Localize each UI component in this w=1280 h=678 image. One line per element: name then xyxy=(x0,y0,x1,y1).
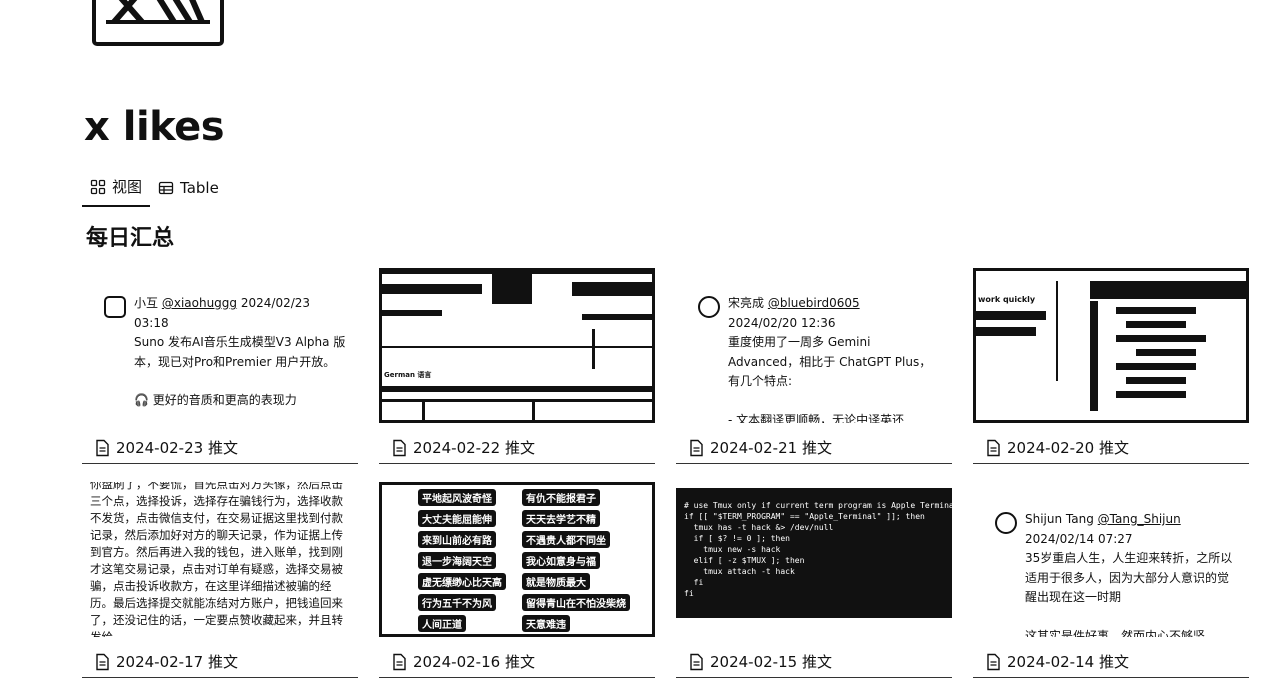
terminal-line: # use Tmux only if current term program … xyxy=(684,501,952,510)
tweet-text: 35岁重启人生，人生迎来转折，之所以适用于很多人，因为大部分人意识的觉醒出现在这… xyxy=(1025,551,1233,604)
calligraphy-sign: 平地起风波奇怪 xyxy=(418,489,496,506)
terminal-line: if [ $? != 0 ]; then xyxy=(684,534,790,543)
card-title[interactable]: 2024-02-14 推文 xyxy=(973,646,1249,678)
card-preview: # use Tmux only if current term program … xyxy=(676,482,952,637)
tweet-text: 重度使用了一周多 Gemini Advanced，相比于 ChatGPT Plu… xyxy=(728,335,932,388)
terminal-line: fi xyxy=(684,589,694,598)
terminal-line: fi xyxy=(684,578,704,587)
document-icon xyxy=(690,439,703,456)
tab-table-view[interactable]: Table xyxy=(150,175,227,205)
app-screenshot-image: work quickly xyxy=(973,268,1249,423)
calligraphy-sign: 来到山前必有路 xyxy=(418,531,496,548)
tweet-handle[interactable]: @xiaohuggg xyxy=(162,296,237,310)
card-title[interactable]: 2024-02-23 推文 xyxy=(82,432,358,464)
site-logo-icon xyxy=(92,0,224,46)
video-screenshot-image: German 语言 xyxy=(379,268,655,423)
calligraphy-sign: 虚无缥缈心比天高 xyxy=(418,573,506,590)
calligraphy-sign: 留得青山在不怕没柴烧 xyxy=(522,594,630,611)
card-title[interactable]: 2024-02-17 推文 xyxy=(82,646,358,678)
image-caption: work quickly xyxy=(978,295,1036,304)
gallery-icon xyxy=(90,179,106,194)
calligraphy-sign: 我心如意身与福 xyxy=(522,552,600,569)
card-title-text: 2024-02-15 推文 xyxy=(710,653,832,671)
section-title: 每日汇总 xyxy=(86,226,175,251)
tweet-preview: Shijun Tang @Tang_Shijun 2024/02/14 07:2… xyxy=(995,510,1239,637)
calligraphy-image: 平地起风波奇怪 有仇不能报君子大丈夫能屈能伸 天天去学艺不精来到山前必有路 不遇贵人都… xyxy=(379,482,655,637)
tweet-date: 2024/02/20 12:36 xyxy=(728,315,836,330)
calligraphy-sign: 人间正道 xyxy=(418,615,466,632)
tweet-handle[interactable]: @Tang_Shijun xyxy=(1098,512,1181,526)
card-title-text: 2024-02-23 推文 xyxy=(116,439,238,457)
tab-label: 视图 xyxy=(112,178,143,196)
document-icon xyxy=(96,439,109,456)
image-caption: German 语言 xyxy=(384,371,432,379)
calligraphy-sign: 大丈夫能屈能伸 xyxy=(418,510,496,527)
document-icon xyxy=(96,653,109,670)
tweet-author: 宋亮成 xyxy=(728,296,765,310)
document-icon xyxy=(393,439,406,456)
calligraphy-sign: 天天去学艺不精 xyxy=(522,510,600,527)
text-screenshot: 你盘刷了，不要慌，首先点击对方头像，然后点击三个点，选择投诉，选择存在骗钱行为，… xyxy=(90,482,343,637)
calligraphy-sign: 有仇不能报君子 xyxy=(522,489,600,506)
terminal-line: if [[ "$TERM_PROGRAM" == "Apple_Terminal… xyxy=(684,512,925,521)
card-preview: 平地起风波奇怪 有仇不能报君子大丈夫能屈能伸 天天去学艺不精来到山前必有路 不遇贵人都… xyxy=(379,482,655,637)
tweet-author: 小互 xyxy=(134,296,159,310)
card-title-text: 2024-02-16 推文 xyxy=(413,653,535,671)
card-preview: 你盘刷了，不要慌，首先点击对方头像，然后点击三个点，选择投诉，选择存在骗钱行为，… xyxy=(82,482,358,637)
card-title-text: 2024-02-14 推文 xyxy=(1007,653,1129,671)
card-title[interactable]: 2024-02-15 推文 xyxy=(676,646,952,678)
tweet-handle[interactable]: @bluebird0605 xyxy=(768,296,860,310)
tab-gallery-view[interactable]: 视图 xyxy=(82,172,151,207)
terminal-screenshot: # use Tmux only if current term program … xyxy=(676,488,952,618)
calligraphy-sign: 退一步海阔天空 xyxy=(418,552,496,569)
card-preview: 宋亮成 @bluebird0605 2024/02/20 12:36 重度使用了… xyxy=(676,268,952,423)
avatar xyxy=(104,296,126,318)
tweet-text-more: 这其实是件好事，然而内心不够坚 xyxy=(1025,628,1206,638)
card-title[interactable]: 2024-02-20 推文 xyxy=(973,432,1249,464)
card-title[interactable]: 2024-02-22 推文 xyxy=(379,432,655,464)
card-preview: Shijun Tang @Tang_Shijun 2024/02/14 07:2… xyxy=(973,482,1249,637)
document-icon xyxy=(690,653,703,670)
tab-label: Table xyxy=(180,178,219,197)
document-icon xyxy=(987,653,1000,670)
tweet-date: 2024/02/14 07:27 xyxy=(1025,531,1133,546)
terminal-line: elif [ -z $TMUX ]; then xyxy=(684,556,805,565)
tweet-text-more: 🎧 更好的音质和更高的表现力 xyxy=(134,393,297,407)
view-tabs: 视图 Table xyxy=(82,172,227,207)
terminal-line: tmux new -s hack xyxy=(684,545,781,554)
card-title[interactable]: 2024-02-16 推文 xyxy=(379,646,655,678)
terminal-line: tmux has -t hack &> /dev/null xyxy=(684,523,834,532)
avatar xyxy=(995,512,1017,534)
tweet-preview: 小互 @xiaohuggg 2024/02/23 03:18 Suno 发布AI… xyxy=(104,294,348,411)
avatar xyxy=(698,296,720,318)
card-preview: German 语言 xyxy=(379,268,655,423)
tweet-author: Shijun Tang xyxy=(1025,512,1094,526)
document-icon xyxy=(393,653,406,670)
card-title-text: 2024-02-21 推文 xyxy=(710,439,832,457)
card-title[interactable]: 2024-02-21 推文 xyxy=(676,432,952,464)
calligraphy-sign: 行为五千不为风 xyxy=(418,594,496,611)
card-title-text: 2024-02-22 推文 xyxy=(413,439,535,457)
calligraphy-sign: 就是物质最大 xyxy=(522,573,590,590)
card-title-text: 2024-02-20 推文 xyxy=(1007,439,1129,457)
calligraphy-sign: 天意难违 xyxy=(522,615,570,632)
calligraphy-sign: 不遇贵人都不同坐 xyxy=(522,531,610,548)
tweet-text-more: - 文本翻译更顺畅，无论中译英还 xyxy=(728,412,905,424)
table-icon xyxy=(158,181,174,194)
tweet-text: Suno 发布AI音乐生成模型V3 Alpha 版本，现已对Pro和Premie… xyxy=(134,335,346,369)
document-icon xyxy=(987,439,1000,456)
tweet-preview: 宋亮成 @bluebird0605 2024/02/20 12:36 重度使用了… xyxy=(698,294,942,423)
page-title: x likes xyxy=(84,104,225,150)
card-preview: 小互 @xiaohuggg 2024/02/23 03:18 Suno 发布AI… xyxy=(82,268,358,423)
card-title-text: 2024-02-17 推文 xyxy=(116,653,238,671)
terminal-line: tmux attach -t hack xyxy=(684,567,795,576)
card-preview: work quickly xyxy=(973,268,1249,423)
